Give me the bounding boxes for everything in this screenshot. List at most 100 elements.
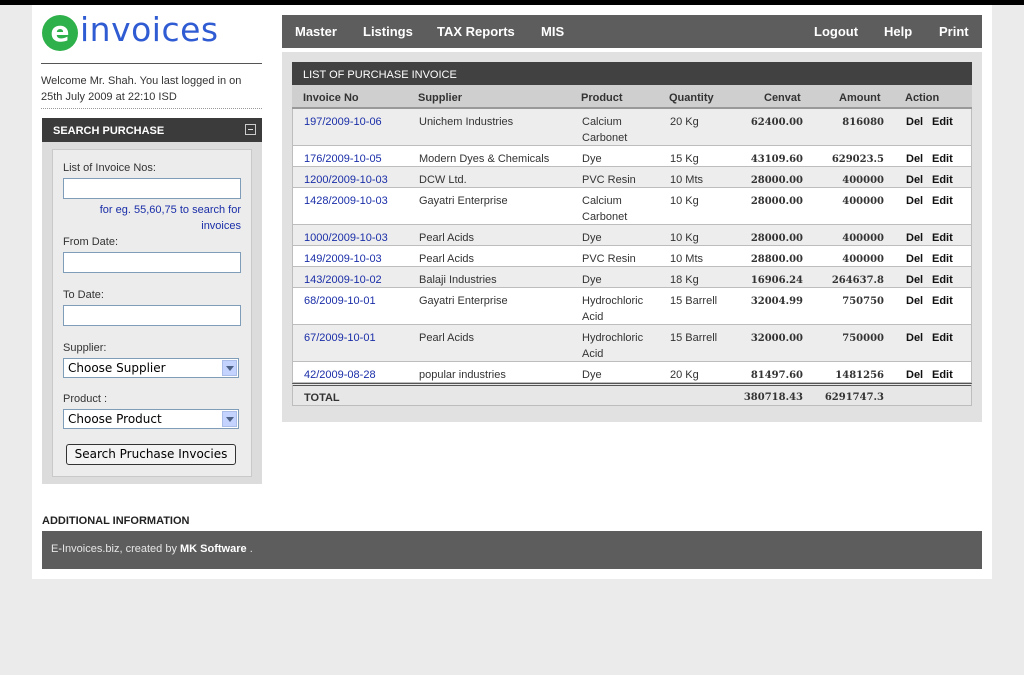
- logo[interactable]: e invoices: [42, 10, 262, 55]
- invoice-no-link[interactable]: 67/2009-10-01: [304, 330, 376, 346]
- to-date-label: To Date:: [63, 289, 104, 301]
- footer-company-link[interactable]: MK Software: [180, 543, 247, 555]
- table-row: 1428/2009-10-03 Gayatri Enterprise Calcium…: [292, 188, 972, 225]
- delete-link[interactable]: Del: [906, 230, 923, 246]
- supplier-cell: Pearl Acids: [419, 253, 475, 265]
- delete-link[interactable]: Del: [906, 367, 923, 383]
- from-date-input[interactable]: [63, 252, 241, 273]
- product-cell: Dye: [582, 274, 602, 286]
- invoice-no-link[interactable]: 68/2009-10-01: [304, 293, 376, 309]
- delete-link[interactable]: Del: [906, 330, 923, 346]
- footer-prefix: E-Invoices.biz, created by: [51, 543, 177, 555]
- amount-cell: 400000: [842, 233, 884, 244]
- total-row: TOTAL 380718.43 6291747.3: [292, 383, 972, 406]
- delete-link[interactable]: Del: [906, 151, 923, 167]
- delete-link[interactable]: Del: [906, 251, 923, 267]
- invoice-no-link[interactable]: 1428/2009-10-03: [304, 193, 388, 209]
- product-cell: Calcium Carbonet: [582, 195, 628, 223]
- product-cell: Hydrochloric Acid: [582, 332, 644, 360]
- invoice-no-link[interactable]: 176/2009-10-05: [304, 151, 382, 167]
- nav-mis[interactable]: MIS: [541, 24, 564, 39]
- table-body: 197/2009-10-06 Unichem Industries Calcium …: [292, 109, 972, 383]
- footer: E-Invoices.biz, created by MK Software .: [42, 531, 982, 569]
- logo-text: invoices: [80, 10, 219, 49]
- edit-link[interactable]: Edit: [932, 293, 953, 309]
- table-row: 143/2009-10-02 Balaji Industries Dye 18 Kg 1…: [292, 267, 972, 288]
- cenvat-cell: 32004.99: [750, 296, 803, 307]
- edit-link[interactable]: Edit: [932, 193, 953, 209]
- amount-cell: 816080: [842, 117, 884, 128]
- product-select[interactable]: Choose Product: [63, 409, 239, 429]
- delete-link[interactable]: Del: [906, 172, 923, 188]
- total-cenvat: 380718.43: [743, 392, 803, 403]
- amount-cell: 1481256: [835, 370, 884, 381]
- search-purchase-button[interactable]: Search Pruchase Invocies: [66, 444, 236, 465]
- nav-logout[interactable]: Logout: [814, 24, 858, 39]
- amount-cell: 400000: [842, 254, 884, 265]
- edit-link[interactable]: Edit: [932, 151, 953, 167]
- chevron-down-icon[interactable]: [222, 360, 237, 376]
- col-invoice-no[interactable]: Invoice No: [303, 92, 359, 104]
- chevron-down-icon[interactable]: [222, 411, 237, 427]
- supplier-cell: Pearl Acids: [419, 232, 475, 244]
- search-purchase-header: SEARCH PURCHASE: [42, 118, 262, 142]
- col-cenvat[interactable]: Cenvat: [764, 92, 801, 104]
- divider: [41, 63, 262, 64]
- edit-link[interactable]: Edit: [932, 230, 953, 246]
- product-cell: Dye: [582, 153, 602, 165]
- total-amount: 6291747.3: [824, 392, 884, 403]
- col-supplier[interactable]: Supplier: [418, 92, 462, 104]
- supplier-select[interactable]: Choose Supplier: [63, 358, 239, 378]
- delete-link[interactable]: Del: [906, 114, 923, 130]
- invoice-no-link[interactable]: 1200/2009-10-03: [304, 172, 388, 188]
- invoice-nos-input[interactable]: [63, 178, 241, 199]
- nav-master[interactable]: Master: [295, 24, 337, 39]
- from-date-label: From Date:: [63, 236, 119, 248]
- nav-print[interactable]: Print: [939, 24, 969, 39]
- product-selected-value: Choose Product: [68, 412, 162, 426]
- edit-link[interactable]: Edit: [932, 251, 953, 267]
- main-panel: LIST OF PURCHASE INVOICE Invoice No Supp…: [282, 52, 982, 422]
- col-amount[interactable]: Amount: [839, 92, 881, 104]
- nav-tax-reports[interactable]: TAX Reports: [437, 24, 515, 39]
- col-quantity[interactable]: Quantity: [669, 92, 714, 104]
- quantity-cell: 15 Barrell: [670, 295, 718, 307]
- supplier-cell: Gayatri Enterprise: [419, 295, 508, 307]
- divider: [41, 108, 262, 109]
- invoice-no-link[interactable]: 149/2009-10-03: [304, 251, 382, 267]
- nav-listings[interactable]: Listings: [363, 24, 413, 39]
- supplier-cell: Balaji Industries: [419, 274, 497, 286]
- collapse-icon[interactable]: [245, 124, 256, 135]
- edit-link[interactable]: Edit: [932, 114, 953, 130]
- amount-cell: 400000: [842, 196, 884, 207]
- amount-cell: 264637.8: [831, 275, 884, 286]
- edit-link[interactable]: Edit: [932, 272, 953, 288]
- table-row: 197/2009-10-06 Unichem Industries Calcium …: [292, 109, 972, 146]
- invoice-no-link[interactable]: 197/2009-10-06: [304, 114, 382, 130]
- col-product[interactable]: Product: [581, 92, 623, 104]
- edit-link[interactable]: Edit: [932, 172, 953, 188]
- quantity-cell: 20 Kg: [670, 369, 699, 381]
- quantity-cell: 10 Mts: [670, 174, 704, 186]
- edit-link[interactable]: Edit: [932, 330, 953, 346]
- product-cell: Calcium Carbonet: [582, 116, 628, 144]
- supplier-label: Supplier:: [63, 342, 107, 354]
- invoice-no-link[interactable]: 143/2009-10-02: [304, 272, 382, 288]
- panel-title: LIST OF PURCHASE INVOICE: [292, 62, 972, 85]
- invoice-no-link[interactable]: 42/2009-08-28: [304, 367, 376, 383]
- invoice-nos-label: List of Invoice Nos:: [63, 162, 156, 174]
- to-date-input[interactable]: [63, 305, 241, 326]
- invoice-no-link[interactable]: 1000/2009-10-03: [304, 230, 388, 246]
- supplier-cell: Unichem Industries: [419, 116, 514, 128]
- product-label: Product :: [63, 393, 108, 405]
- supplier-cell: Gayatri Enterprise: [419, 195, 508, 207]
- cenvat-cell: 28000.00: [750, 196, 803, 207]
- product-cell: Dye: [582, 232, 602, 244]
- delete-link[interactable]: Del: [906, 293, 923, 309]
- edit-link[interactable]: Edit: [932, 367, 953, 383]
- logo-e-icon: e: [42, 15, 78, 51]
- nav-help[interactable]: Help: [884, 24, 912, 39]
- delete-link[interactable]: Del: [906, 193, 923, 209]
- delete-link[interactable]: Del: [906, 272, 923, 288]
- table-row: 68/2009-10-01 Gayatri Enterprise Hydrochlo…: [292, 288, 972, 325]
